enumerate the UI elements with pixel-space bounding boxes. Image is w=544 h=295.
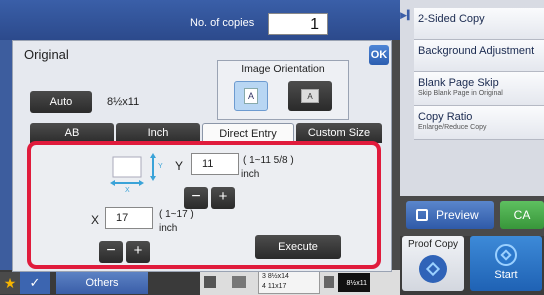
start-button[interactable]: Start (470, 236, 542, 291)
top-banner: No. of copies 1 (0, 0, 400, 40)
preview-label: Preview (436, 208, 479, 222)
dialog-title: Original (24, 47, 69, 62)
landscape-orientation-icon: A (301, 89, 319, 103)
y-value-field[interactable]: 11 (191, 153, 239, 175)
orientation-landscape-button[interactable]: A (288, 81, 332, 111)
tray-row: 4 11x17 (262, 283, 287, 290)
direct-entry-panel: Y X Y 11 ( 1~11 5/8 ) inch − + X 17 ( 1~… (27, 141, 381, 269)
star-icon[interactable]: ★ (0, 272, 20, 294)
check-icon[interactable]: ✓ (20, 272, 50, 294)
tab-direct-entry[interactable]: Direct Entry (202, 123, 294, 143)
start-label: Start (494, 269, 518, 281)
tab-custom-size[interactable]: Custom Size (296, 123, 382, 143)
x-range: ( 1~17 ) (159, 209, 194, 220)
bottom-bar: ★ ✓ Others 3 8½x14 4 11x17 8½x11 (0, 270, 400, 295)
y-decrement-button[interactable]: − (184, 187, 208, 209)
x-decrement-button[interactable]: − (99, 241, 123, 263)
function-label: Blank Page Skip (418, 77, 499, 89)
original-dialog: Original OK Image Orientation A A Auto 8… (12, 40, 392, 272)
y-unit: inch (241, 169, 260, 180)
image-orientation-label: Image Orientation (241, 63, 325, 75)
function-panel: ▶▍ 2-Sided Copy Background Adjustment Bl… (400, 0, 544, 200)
tab-inch[interactable]: Inch (116, 123, 200, 143)
function-copy-ratio[interactable]: Copy Ratio Enlarge/Reduce Copy (414, 106, 544, 140)
svg-text:X: X (125, 187, 130, 193)
function-label: 2-Sided Copy (418, 13, 485, 25)
proof-copy-button[interactable]: Proof Copy (402, 236, 464, 291)
start-icon (495, 244, 517, 266)
function-2-sided-copy[interactable]: 2-Sided Copy (414, 8, 544, 40)
copies-label: No. of copies (190, 17, 255, 29)
tray-row: 3 8½x14 (262, 273, 289, 280)
tray-icon (232, 276, 246, 288)
x-increment-button[interactable]: + (126, 241, 150, 263)
preview-icon (416, 209, 428, 221)
svg-text:Y: Y (158, 163, 163, 170)
ok-button[interactable]: OK (369, 45, 389, 65)
copies-field[interactable]: 1 (268, 13, 328, 35)
output-icon (324, 276, 334, 288)
x-label: X (91, 213, 100, 227)
paper-size-indicator: 8½x11 (338, 273, 370, 292)
function-sublabel: Skip Blank Page in Original (418, 90, 503, 97)
function-blank-page-skip[interactable]: Blank Page Skip Skip Blank Page in Origi… (414, 72, 544, 106)
others-button[interactable]: Others (56, 272, 148, 294)
tray-status: 3 8½x14 4 11x17 8½x11 (200, 270, 400, 295)
tray-list: 3 8½x14 4 11x17 (258, 271, 320, 294)
ca-button[interactable]: CA (500, 201, 544, 229)
collapse-arrow-icon[interactable]: ▶▍ (400, 10, 414, 21)
execute-button[interactable]: Execute (255, 235, 341, 259)
proof-copy-icon (419, 255, 447, 283)
image-orientation-group: Image Orientation A A (217, 60, 349, 120)
y-label: Y (175, 159, 184, 173)
auto-size-value: 8½x11 (107, 96, 140, 108)
portrait-orientation-icon: A (244, 88, 258, 104)
start-area: Proof Copy Start (400, 236, 544, 295)
auto-button[interactable]: Auto (30, 91, 92, 113)
y-range: ( 1~11 5/8 ) (243, 155, 294, 166)
y-increment-button[interactable]: + (211, 187, 235, 209)
preview-button[interactable]: Preview (406, 201, 494, 229)
preview-area: Preview CA (400, 196, 544, 236)
x-value-field[interactable]: 17 (105, 207, 153, 229)
tab-ab[interactable]: AB (30, 123, 114, 143)
function-label: Copy Ratio (418, 111, 473, 123)
proof-copy-label: Proof Copy (407, 239, 459, 250)
function-sublabel: Enlarge/Reduce Copy (418, 124, 487, 131)
function-label: Background Adjustment (418, 45, 535, 57)
x-unit: inch (159, 223, 178, 234)
function-background-adjustment[interactable]: Background Adjustment (414, 40, 544, 72)
paper-dimension-icon: Y X (110, 153, 163, 193)
original-icon (204, 276, 216, 288)
orientation-portrait-button[interactable]: A (234, 81, 268, 111)
copies-bar: No. of copies 1 (178, 10, 374, 36)
